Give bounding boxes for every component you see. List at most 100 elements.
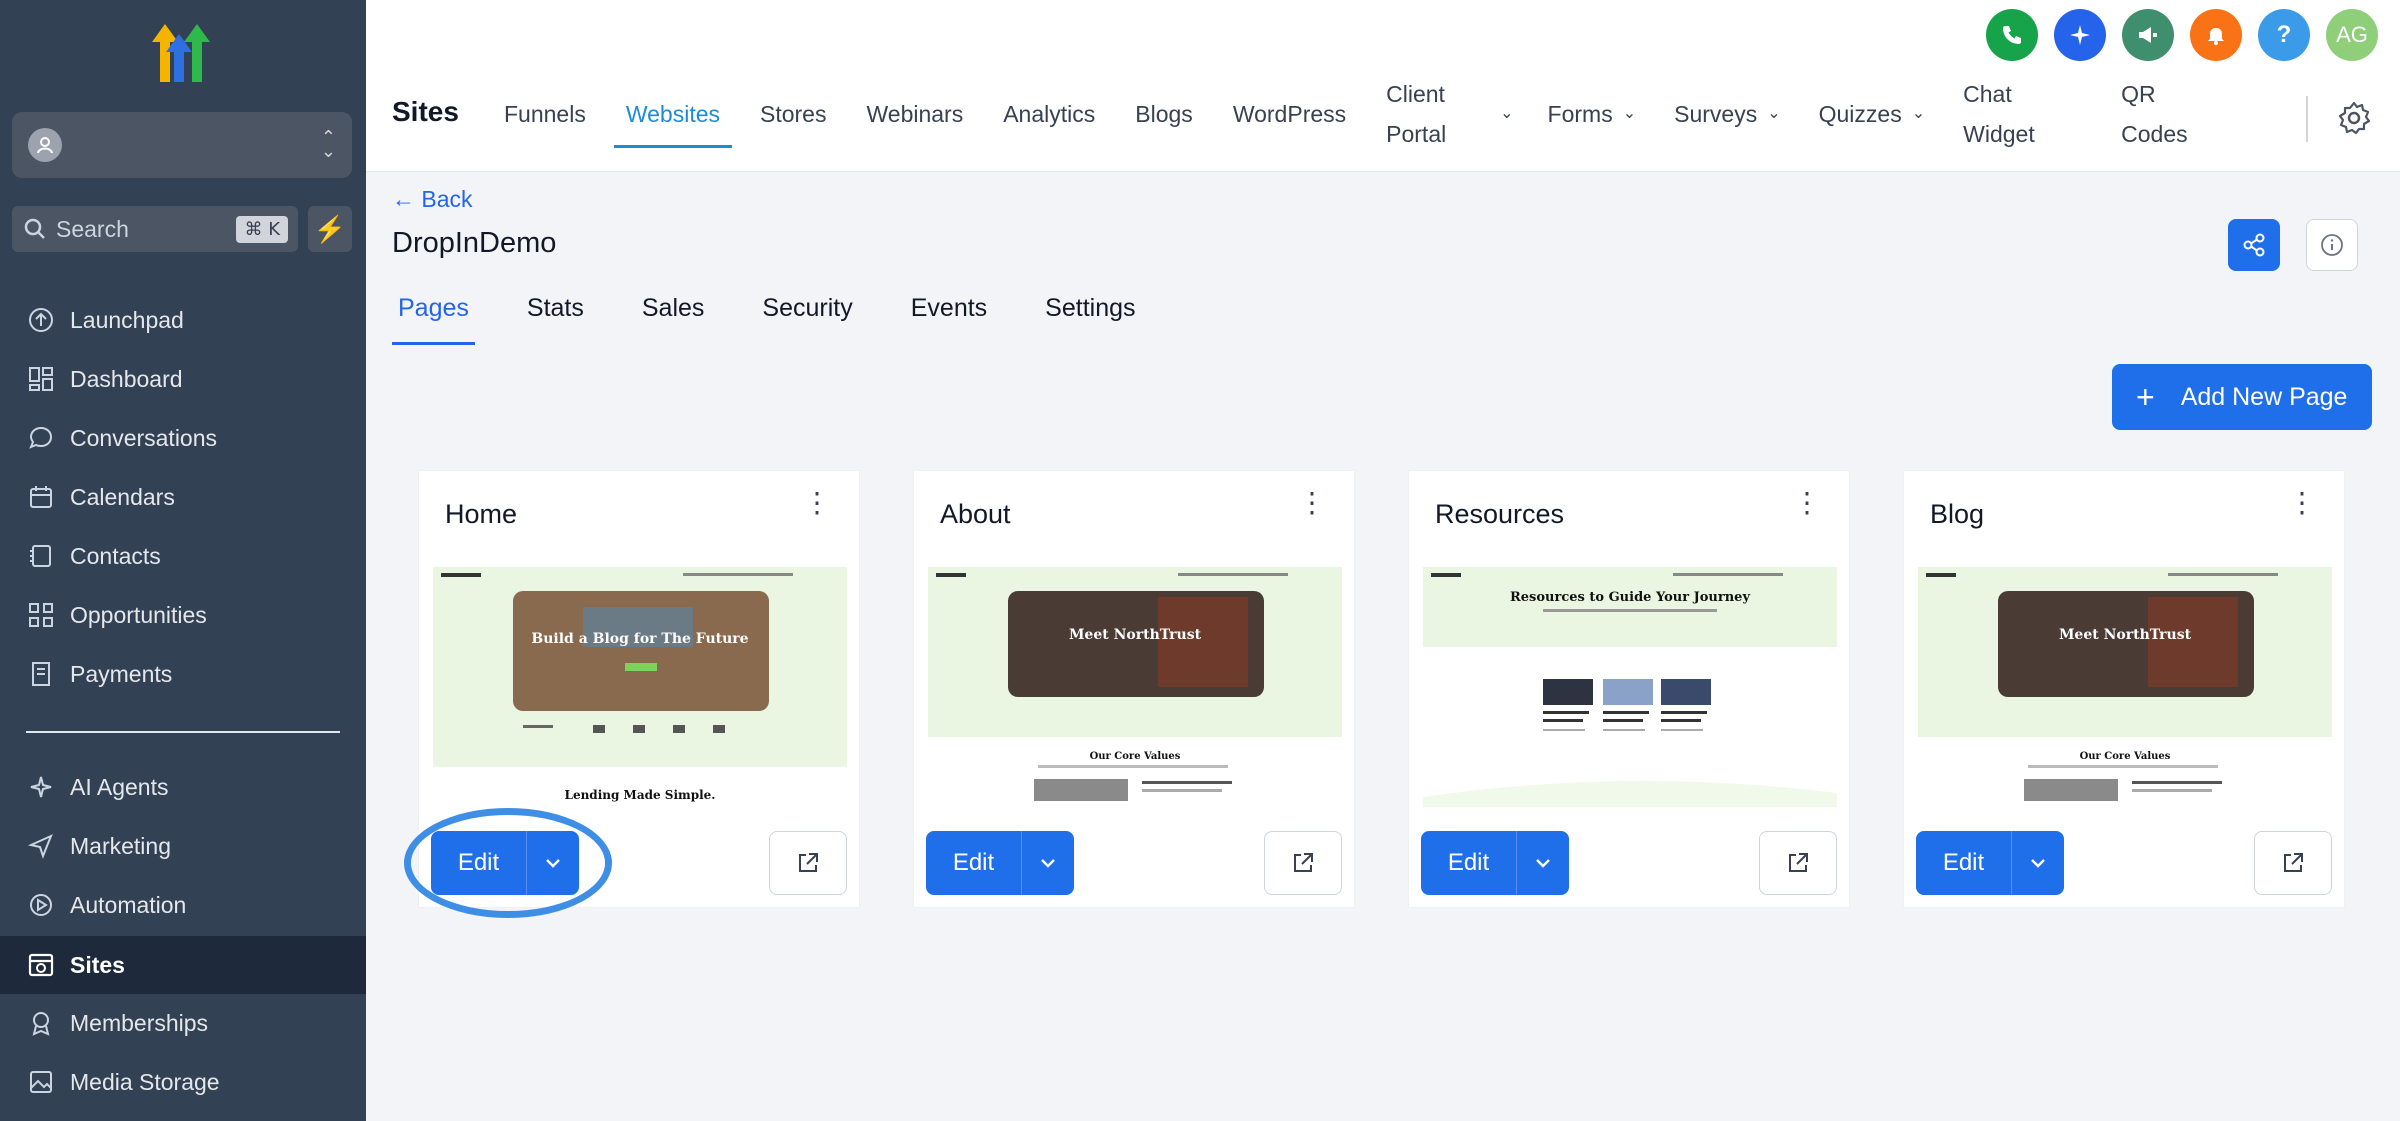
sidebar-item-memberships[interactable]: Memberships bbox=[0, 997, 366, 1049]
open-page-button[interactable] bbox=[1759, 831, 1837, 895]
sidebar-item-label: Sites bbox=[70, 951, 125, 978]
more-options-icon[interactable]: ⋮ bbox=[2288, 489, 2316, 517]
magic-icon[interactable] bbox=[2054, 9, 2106, 61]
tab-stats[interactable]: Stats bbox=[521, 290, 590, 327]
sidebar-item-automation[interactable]: Automation bbox=[0, 879, 366, 931]
edit-dropdown-toggle[interactable] bbox=[1022, 831, 1074, 895]
image-icon bbox=[26, 1067, 56, 1097]
chevron-up-down-icon: ⌃ ⌄ bbox=[320, 127, 336, 161]
info-button[interactable] bbox=[2306, 219, 2358, 271]
tab-settings[interactable]: Settings bbox=[1039, 290, 1141, 327]
page-thumbnail[interactable]: Meet NorthTrust Our Core Values bbox=[1918, 567, 2332, 807]
more-options-icon[interactable]: ⋮ bbox=[803, 489, 831, 517]
chevron-down-icon: ⌄ bbox=[1500, 105, 1514, 122]
tab-forms[interactable]: Forms ⌄ bbox=[1548, 94, 1637, 134]
app-logo[interactable] bbox=[148, 20, 218, 86]
help-icon[interactable]: ? bbox=[2258, 9, 2310, 61]
tab-security[interactable]: Security bbox=[756, 290, 858, 327]
tab-webinars[interactable]: Webinars bbox=[866, 94, 963, 134]
edit-dropdown-toggle[interactable] bbox=[1517, 831, 1569, 895]
page-card-about[interactable]: About ⋮ Meet NorthTrust Our Core Values … bbox=[913, 470, 1355, 908]
launchpad-icon bbox=[26, 305, 56, 335]
sidebar-item-ai-agents[interactable]: AI Agents bbox=[0, 761, 366, 813]
edit-button-group[interactable]: Edit bbox=[1916, 831, 2064, 895]
quick-actions-bolt-icon[interactable]: ⚡ bbox=[308, 206, 352, 252]
share-icon bbox=[2243, 233, 2265, 257]
sidebar-item-payments[interactable]: Payments bbox=[0, 648, 366, 700]
thumb-heading-text: Meet NorthTrust bbox=[2059, 627, 2192, 643]
sidebar-item-label: Marketing bbox=[70, 832, 171, 859]
edit-button-group[interactable]: Edit bbox=[926, 831, 1074, 895]
sidebar-search[interactable]: Search ⌘ K bbox=[12, 206, 298, 252]
page-thumbnail[interactable]: Lending Made Simple. Build a Blog for Th… bbox=[433, 567, 847, 807]
edit-button[interactable]: Edit bbox=[1916, 831, 2012, 895]
sidebar-item-label: Automation bbox=[70, 891, 187, 918]
settings-gear-icon[interactable] bbox=[2336, 100, 2372, 136]
open-page-button[interactable] bbox=[769, 831, 847, 895]
page-thumbnail[interactable]: Resources to Guide Your Journey bbox=[1423, 567, 1837, 807]
sidebar-item-dashboard[interactable]: Dashboard bbox=[0, 353, 366, 405]
tab-sales[interactable]: Sales bbox=[636, 290, 711, 327]
more-options-icon[interactable]: ⋮ bbox=[1298, 489, 1326, 517]
sidebar-item-contacts[interactable]: Contacts bbox=[0, 530, 366, 582]
chevron-down-icon bbox=[1536, 859, 1550, 868]
sites-tabs: Funnels Websites Stores Webinars Analyti… bbox=[504, 78, 2201, 150]
tab-qr-codes[interactable]: QR Codes bbox=[2121, 74, 2201, 154]
add-new-page-button[interactable]: + Add New Page bbox=[2112, 364, 2372, 430]
page-thumbnail[interactable]: Meet NorthTrust Our Core Values bbox=[928, 567, 1342, 807]
sidebar-item-label: Memberships bbox=[70, 1009, 209, 1036]
tab-pages[interactable]: Pages bbox=[392, 290, 475, 345]
tab-quizzes[interactable]: Quizzes ⌄ bbox=[1819, 94, 1926, 134]
tab-funnels[interactable]: Funnels bbox=[504, 94, 586, 134]
tab-websites[interactable]: Websites bbox=[613, 94, 733, 148]
page-title: DropInDemo bbox=[392, 227, 557, 259]
megaphone-icon[interactable] bbox=[2122, 9, 2174, 61]
share-button[interactable] bbox=[2228, 219, 2280, 271]
page-card-title: Blog bbox=[1930, 499, 1985, 529]
tab-wordpress[interactable]: WordPress bbox=[1233, 94, 1346, 134]
page-card-title: Resources bbox=[1435, 499, 1565, 529]
external-link-icon bbox=[1789, 853, 1808, 872]
account-switcher[interactable]: ⌃ ⌄ bbox=[12, 112, 352, 178]
edit-button-group[interactable]: Edit bbox=[1421, 831, 1569, 895]
thumb-footer-text: Our Core Values bbox=[2080, 751, 2171, 762]
tab-surveys[interactable]: Surveys ⌄ bbox=[1674, 94, 1781, 134]
sidebar-item-calendars[interactable]: Calendars bbox=[0, 471, 366, 523]
sidebar-item-media-storage[interactable]: Media Storage bbox=[0, 1056, 366, 1108]
phone-icon[interactable] bbox=[1986, 9, 2038, 61]
sidebar-item-conversations[interactable]: Conversations bbox=[0, 412, 366, 464]
tab-client-portal[interactable]: Client Portal ⌄ bbox=[1386, 74, 1513, 154]
memberships-icon bbox=[26, 1008, 56, 1038]
page-card-blog[interactable]: Blog ⋮ Meet NorthTrust Our Core Values E… bbox=[1903, 470, 2345, 908]
more-options-icon[interactable]: ⋮ bbox=[1793, 489, 1821, 517]
calendar-icon bbox=[26, 482, 56, 512]
sidebar-item-label: Opportunities bbox=[70, 601, 207, 628]
open-page-button[interactable] bbox=[2254, 831, 2332, 895]
sparkle-icon bbox=[26, 772, 56, 802]
user-avatar[interactable]: AG bbox=[2326, 9, 2378, 61]
automation-icon bbox=[26, 890, 56, 920]
sidebar-item-sites[interactable]: Sites bbox=[0, 936, 366, 994]
edit-button[interactable]: Edit bbox=[926, 831, 1022, 895]
edit-button[interactable]: Edit bbox=[1421, 831, 1517, 895]
thumb-heading-text: Resources to Guide Your Journey bbox=[1510, 590, 1750, 605]
tab-blogs[interactable]: Blogs bbox=[1135, 94, 1193, 134]
info-icon bbox=[2321, 234, 2343, 256]
sidebar-item-launchpad[interactable]: Launchpad bbox=[0, 294, 366, 346]
external-link-icon bbox=[1294, 853, 1313, 872]
sites-icon bbox=[26, 950, 56, 980]
page-card-title: Home bbox=[445, 499, 518, 529]
tab-stores[interactable]: Stores bbox=[760, 94, 826, 134]
back-link[interactable]: ← Back bbox=[392, 186, 473, 213]
bell-icon[interactable] bbox=[2190, 9, 2242, 61]
dashboard-icon bbox=[26, 364, 56, 394]
site-subtabs: Pages Stats Sales Security Events Settin… bbox=[392, 290, 1188, 345]
tab-analytics[interactable]: Analytics bbox=[1003, 94, 1095, 134]
sidebar-item-opportunities[interactable]: Opportunities bbox=[0, 589, 366, 641]
sidebar-item-marketing[interactable]: Marketing bbox=[0, 820, 366, 872]
open-page-button[interactable] bbox=[1264, 831, 1342, 895]
tab-chat-widget[interactable]: Chat Widget bbox=[1963, 74, 2057, 154]
tab-events[interactable]: Events bbox=[905, 290, 993, 327]
page-card-resources[interactable]: Resources ⋮ Resources to Guide Your Jour… bbox=[1408, 470, 1850, 908]
edit-dropdown-toggle[interactable] bbox=[2012, 831, 2064, 895]
